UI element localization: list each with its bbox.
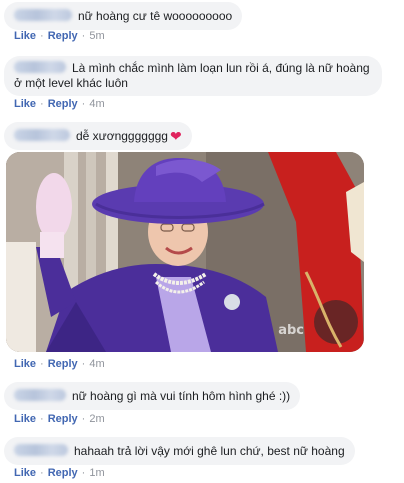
comment-text-line-1: Là mình chắc mình làm loạn lun rồi á, đú… (72, 61, 370, 75)
gif-attachment[interactable]: abc (6, 152, 364, 352)
comment-bubble: nữ hoàng gì mà vui tính hôm hình ghé :)) (4, 382, 301, 410)
comment-timestamp[interactable]: 2m (89, 413, 104, 425)
blurred-author-name[interactable] (14, 9, 72, 21)
gif-watermark: abc (278, 323, 304, 338)
like-link[interactable]: Like (14, 358, 36, 370)
comment-bubble: nữ hoàng cư tê wooooooooo (4, 2, 243, 30)
like-link[interactable]: Like (14, 467, 36, 479)
comment-actions: Like · Reply · 5m (14, 30, 105, 42)
reply-link[interactable]: Reply (48, 413, 78, 425)
blurred-author-name[interactable] (14, 129, 70, 141)
blurred-author-name[interactable] (14, 389, 66, 401)
like-link[interactable]: Like (14, 413, 36, 425)
like-link[interactable]: Like (14, 98, 36, 110)
comment-text-line-2: ở một level khác luôn (14, 76, 128, 90)
comment-text: dễ xươnggggggg (76, 129, 168, 143)
reply-link[interactable]: Reply (48, 358, 78, 370)
queen-waving-image (6, 152, 364, 352)
like-link[interactable]: Like (14, 30, 36, 42)
comment-timestamp[interactable]: 1m (89, 467, 104, 479)
comment-text: nữ hoàng cư tê wooooooooo (78, 9, 233, 23)
comment-text: hahaah trả lời vậy mới ghê lun chứ, best… (74, 444, 345, 458)
comment-timestamp[interactable]: 5m (89, 30, 104, 42)
comment-bubble: Là mình chắc mình làm loạn lun rồi á, đú… (4, 56, 382, 96)
comment-timestamp[interactable]: 4m (89, 98, 104, 110)
comment-bubble: hahaah trả lời vậy mới ghê lun chứ, best… (4, 437, 355, 465)
comment-bubble: dễ xươnggggggg ❤ (4, 122, 192, 150)
comment-actions: Like · Reply · 4m (14, 358, 105, 370)
reply-link[interactable]: Reply (48, 467, 78, 479)
comment-actions: Like · Reply · 4m (14, 98, 105, 110)
comment-actions: Like · Reply · 2m (14, 413, 105, 425)
blurred-author-name[interactable] (14, 444, 68, 456)
reply-link[interactable]: Reply (48, 30, 78, 42)
reply-link[interactable]: Reply (48, 98, 78, 110)
comment-timestamp[interactable]: 4m (89, 358, 104, 370)
comment-text: nữ hoàng gì mà vui tính hôm hình ghé :)) (72, 389, 291, 403)
blurred-author-name[interactable] (14, 61, 66, 73)
heart-emoji-icon: ❤ (169, 128, 182, 144)
comment-actions: Like · Reply · 1m (14, 467, 105, 479)
